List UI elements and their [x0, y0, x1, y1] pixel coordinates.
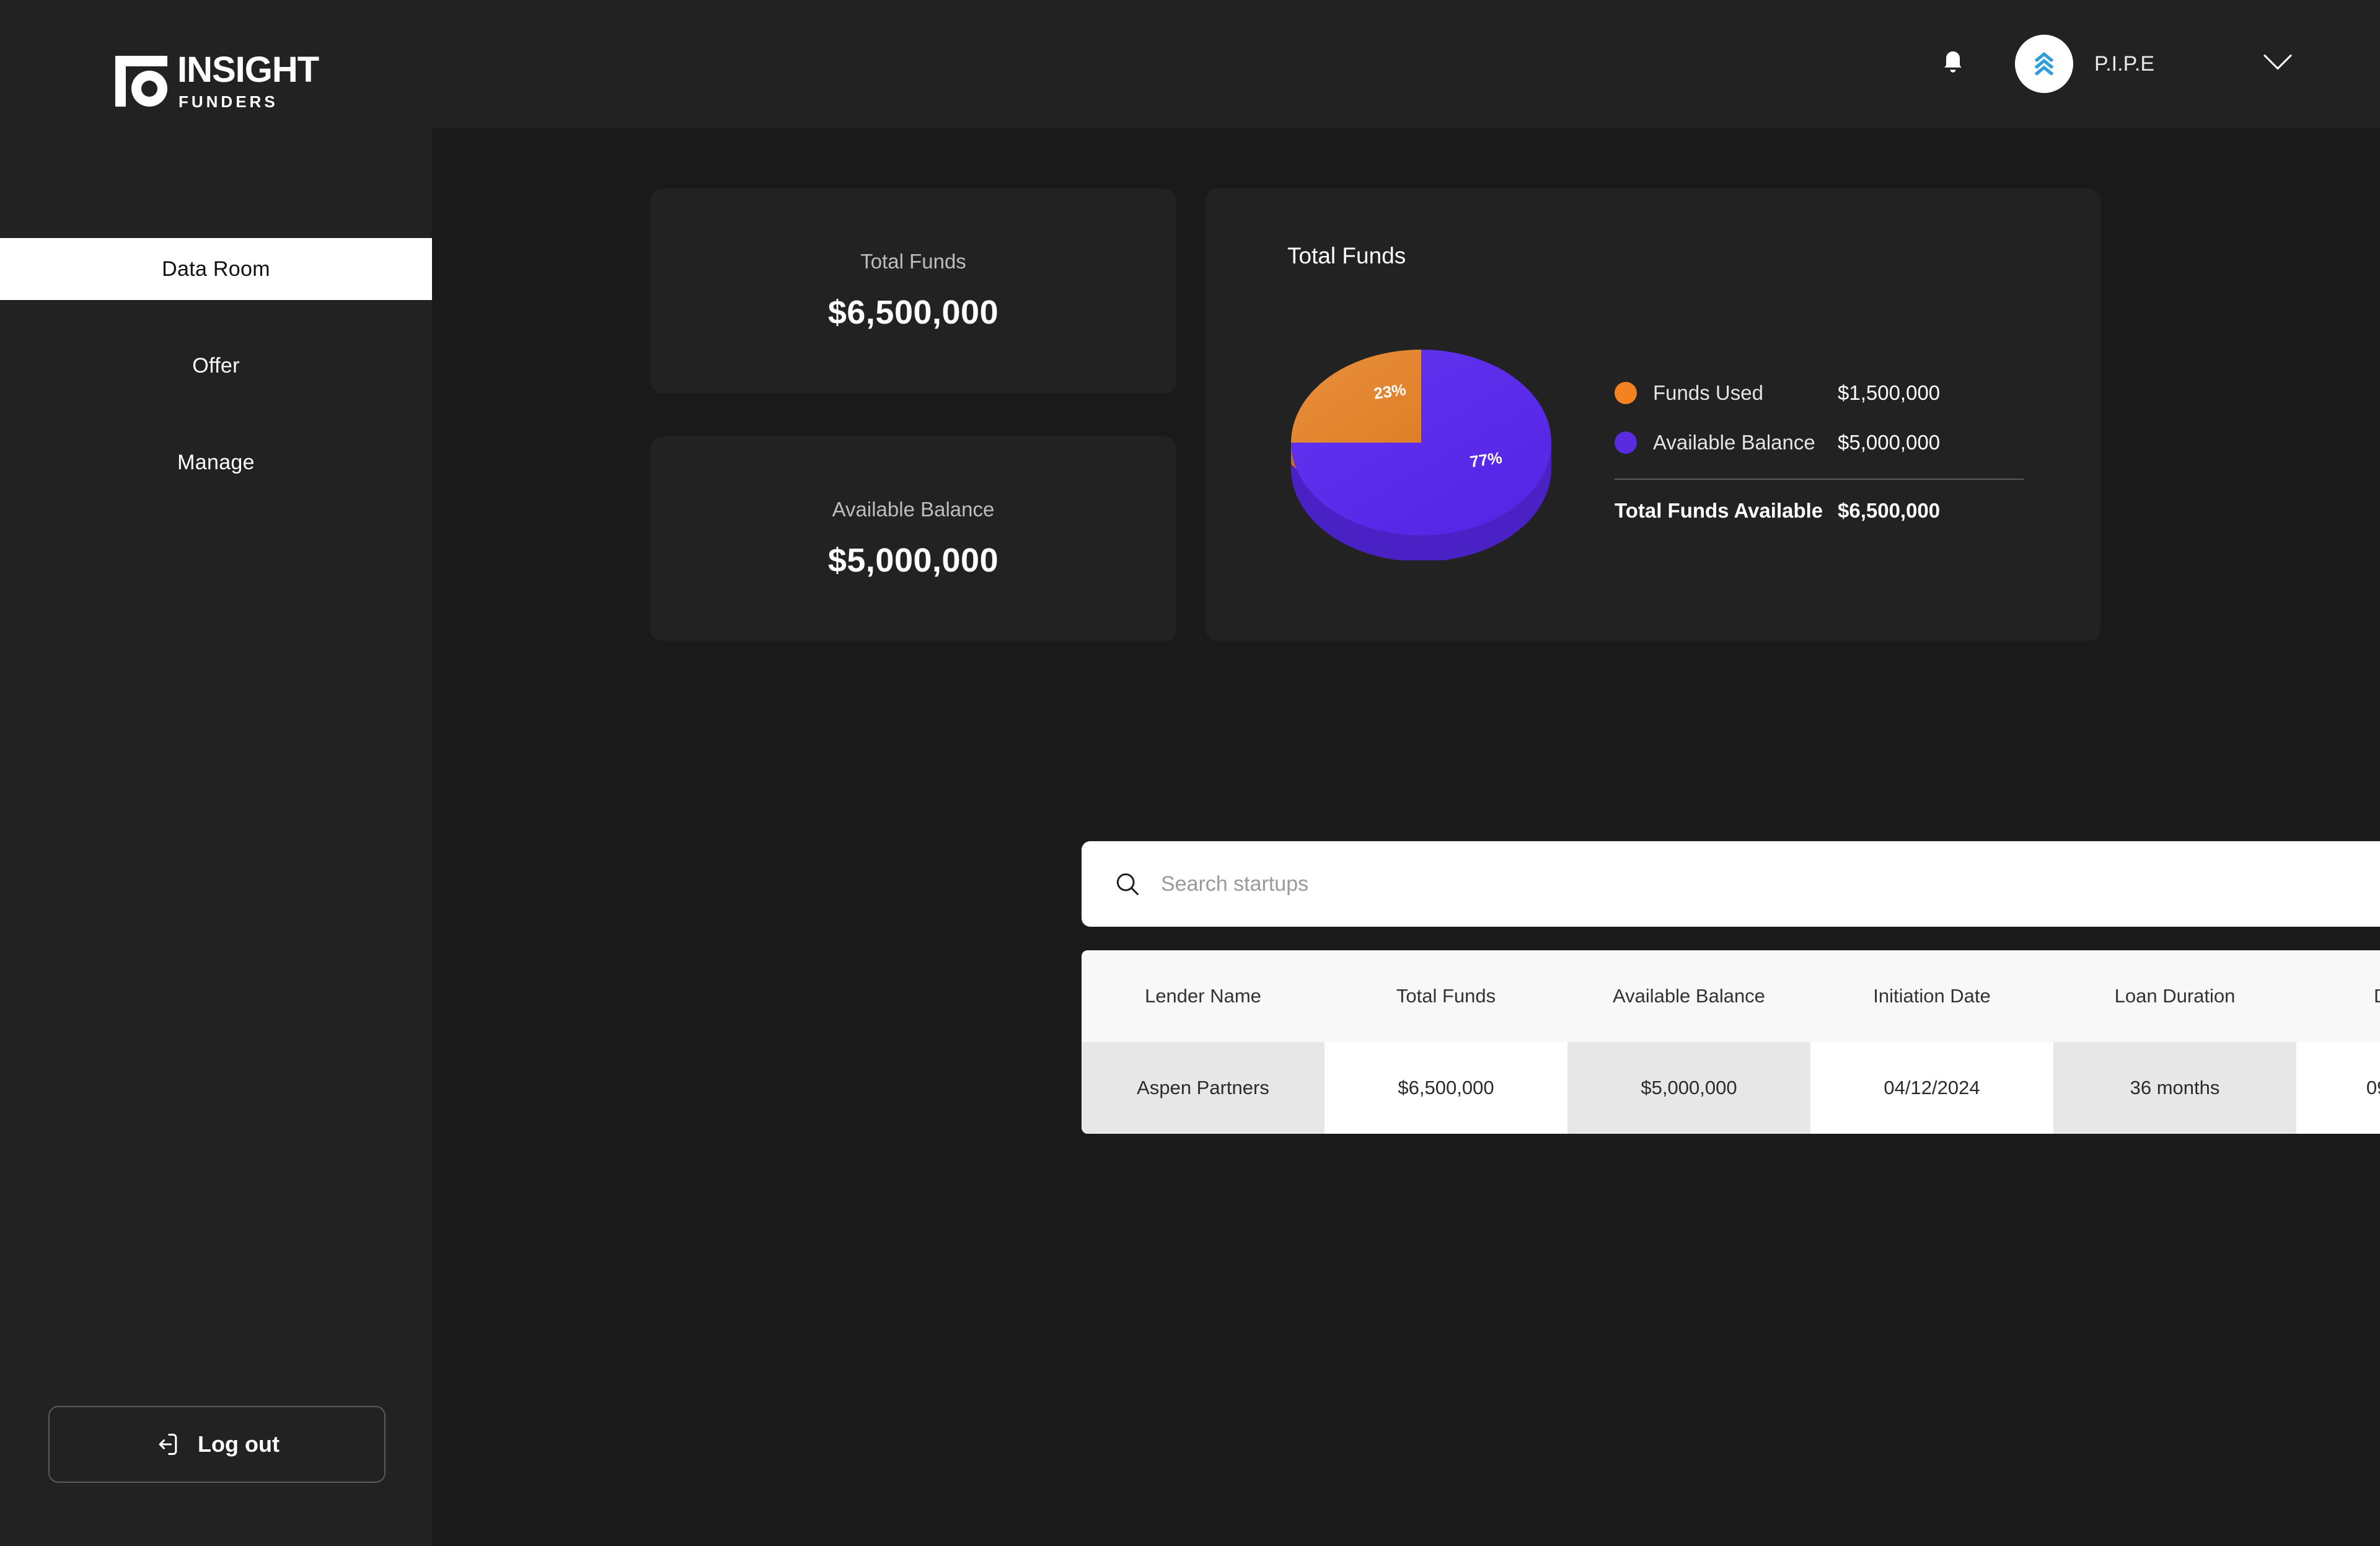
cell-available-balance: $5,000,000 — [1567, 1042, 1810, 1134]
column-header-available-balance[interactable]: Available Balance — [1567, 950, 1810, 1042]
column-header-initiation-date[interactable]: Initiation Date — [1810, 950, 2053, 1042]
legend-color-dot-purple — [1615, 431, 1637, 454]
insight-logo-icon — [115, 56, 167, 107]
pie-chart: 23% 77% — [1266, 312, 1576, 560]
user-name: P.I.P.E — [2094, 52, 2154, 76]
legend-label: Available Balance — [1653, 431, 1815, 454]
total-funds-chart-card: Total Funds — [1205, 188, 2100, 641]
chevron-stack-avatar-icon — [2028, 48, 2060, 80]
chart-title: Total Funds — [1287, 243, 1406, 269]
chevron-down-icon[interactable] — [2263, 54, 2292, 74]
logout-label: Log out — [198, 1431, 280, 1457]
sidebar-item-label: Data Room — [162, 257, 270, 281]
lenders-table: Lender Name Total Funds Available Balanc… — [1082, 950, 2380, 1134]
top-bar-right: P.I.P.E — [1939, 0, 2380, 128]
main-content: Total Funds $6,500,000 Available Balance… — [432, 128, 2380, 1546]
available-balance-label: Available Balance — [832, 498, 995, 521]
logout-icon — [154, 1431, 182, 1458]
column-header-total-funds[interactable]: Total Funds — [1324, 950, 1567, 1042]
brand-logo[interactable]: INSIGHT FUNDERS — [115, 52, 319, 110]
column-header-lender-name[interactable]: Lender Name — [1082, 950, 1324, 1042]
cell-initiation-date: 04/12/2024 — [1810, 1042, 2053, 1134]
total-funds-label: Total Funds — [860, 250, 966, 273]
legend-total-row: Total Funds Available $6,500,000 — [1615, 486, 2024, 536]
sidebar-nav: Data Room Offer Manage — [0, 238, 432, 493]
sidebar-item-manage[interactable]: Manage — [0, 431, 432, 493]
available-balance-card: Available Balance $5,000,000 — [650, 436, 1176, 641]
brand-subname: FUNDERS — [178, 94, 319, 110]
sidebar-item-offer[interactable]: Offer — [0, 335, 432, 397]
legend-amount: $1,500,000 — [1838, 381, 2024, 405]
column-header-loan-duration[interactable]: Loan Duration — [2053, 950, 2296, 1042]
sidebar-item-data-room[interactable]: Data Room — [0, 238, 432, 300]
avatar[interactable] — [2015, 35, 2073, 93]
cell-lender-name: Aspen Partners — [1082, 1042, 1324, 1134]
table-row[interactable]: Aspen Partners $6,500,000 $5,000,000 04/… — [1082, 1042, 2380, 1134]
legend-item-funds-used: Funds Used $1,500,000 — [1615, 368, 2024, 418]
table-header-row: Lender Name Total Funds Available Balanc… — [1082, 950, 2380, 1042]
legend-item-available-balance: Available Balance $5,000,000 — [1615, 418, 2024, 467]
app-root: INSIGHT FUNDERS P.I.P.E — [0, 0, 2380, 1546]
cell-due-date: 09/12/2024 — [2296, 1042, 2380, 1134]
sidebar-item-label: Offer — [192, 354, 239, 378]
top-bar: INSIGHT FUNDERS P.I.P.E — [0, 0, 2380, 128]
legend-total-amount: $6,500,000 — [1838, 499, 2024, 523]
brand-name: INSIGHT — [177, 52, 319, 88]
nav-spacer — [0, 300, 432, 335]
sidebar: Data Room Offer Manage Log out — [0, 128, 432, 1546]
legend-color-dot-orange — [1615, 382, 1637, 404]
column-header-due-date[interactable]: Due Date — [2296, 950, 2380, 1042]
search-icon — [1114, 870, 1141, 898]
nav-spacer — [0, 397, 432, 431]
legend-divider — [1615, 479, 2024, 480]
search-bar[interactable] — [1082, 841, 2380, 927]
total-funds-card: Total Funds $6,500,000 — [650, 188, 1176, 393]
legend-total-label: Total Funds Available — [1615, 499, 1823, 523]
legend-amount: $5,000,000 — [1838, 431, 2024, 454]
cell-total-funds: $6,500,000 — [1324, 1042, 1567, 1134]
sidebar-item-label: Manage — [177, 451, 255, 475]
available-balance-value: $5,000,000 — [828, 541, 998, 580]
bell-icon[interactable] — [1939, 48, 1967, 79]
total-funds-value: $6,500,000 — [828, 293, 998, 332]
chart-legend: Funds Used $1,500,000 Available Balance … — [1615, 368, 2024, 536]
logout-button[interactable]: Log out — [48, 1406, 386, 1483]
cell-loan-duration: 36 months — [2053, 1042, 2296, 1134]
legend-label: Funds Used — [1653, 381, 1763, 405]
search-input[interactable] — [1161, 865, 2338, 903]
